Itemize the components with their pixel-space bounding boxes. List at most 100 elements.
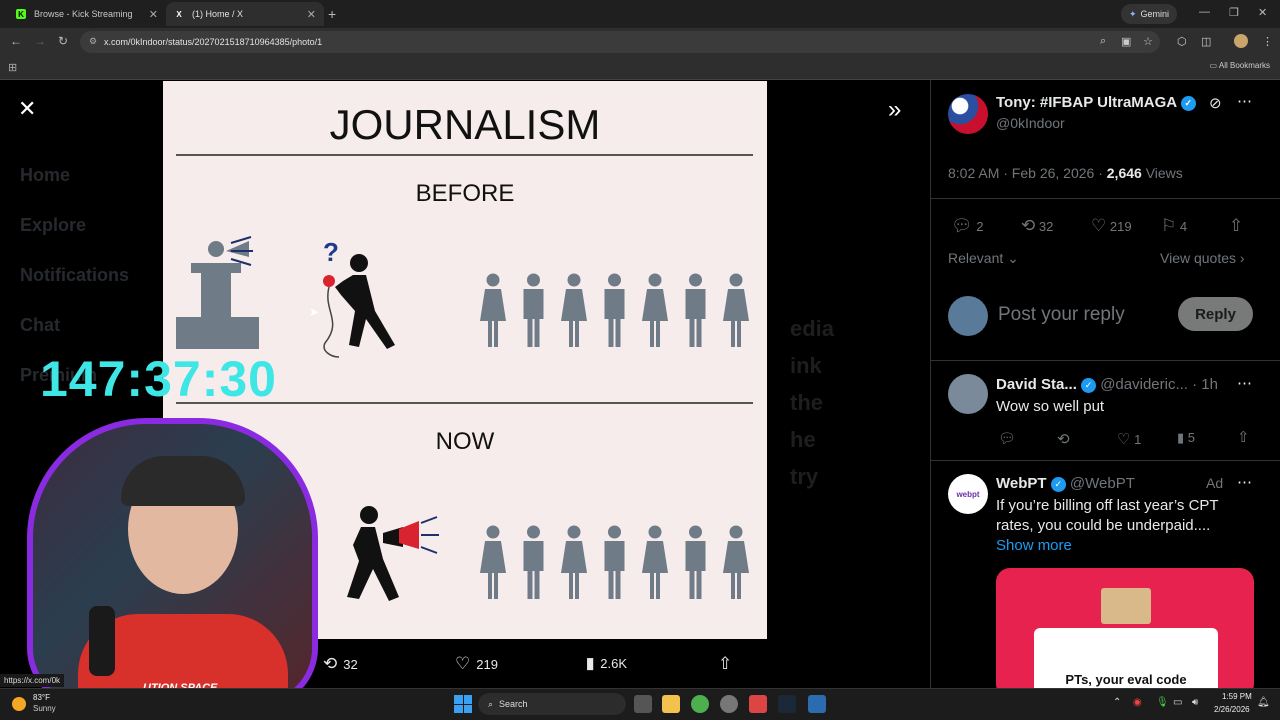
share-icon[interactable]: ⇧: [1237, 428, 1250, 446]
weather-desc[interactable]: Sunny: [33, 704, 56, 713]
nav-explore-dim: Explore: [20, 215, 87, 235]
search-placeholder: Search: [499, 699, 528, 709]
retweet-count: 32: [343, 656, 358, 672]
person-figure-head: [608, 525, 621, 539]
bookmarks-bar: [0, 56, 1280, 80]
site-info-icon[interactable]: ⚙: [89, 36, 97, 47]
reply-author-handle[interactable]: @davideric...: [1100, 376, 1188, 393]
back-icon[interactable]: ←: [10, 34, 22, 48]
windows-start-icon[interactable]: [454, 695, 472, 713]
url-text: x.com/0kIndoor/status/202702151871096438…: [104, 37, 323, 47]
reply-input[interactable]: Post your reply: [998, 304, 1125, 326]
dim-line: try: [790, 464, 819, 489]
person-figure-body: [604, 289, 625, 347]
tab-x-home[interactable]: X (1) Home / X ✕: [166, 2, 324, 26]
reply-author-name[interactable]: David Sta...: [996, 376, 1077, 393]
author-name[interactable]: Tony: #IFBAP UltraMAGA ✓: [996, 94, 1196, 111]
person-figure-body: [723, 541, 749, 599]
photo-like-button[interactable]: ♡ 219: [455, 654, 498, 674]
volume-icon[interactable]: 🔊︎: [1192, 697, 1198, 708]
ad-name[interactable]: WebPT: [996, 475, 1047, 492]
reply-time[interactable]: · 1h: [1192, 376, 1218, 393]
ad-avatar[interactable]: webpt: [948, 474, 988, 514]
minimize-icon[interactable]: —: [1199, 6, 1210, 18]
sort-replies-dropdown[interactable]: Relevant ⌄: [948, 250, 1019, 267]
retweet-icon: ⟲: [1021, 216, 1036, 235]
like-count-button[interactable]: ♡ 219: [1091, 216, 1132, 236]
mouse-cursor-icon: ➤: [309, 305, 320, 319]
steam-icon[interactable]: [778, 695, 796, 713]
clock-time[interactable]: 1:59 PM: [1222, 692, 1252, 701]
reply-count-button[interactable]: 💬︎ 2: [951, 216, 983, 236]
network-icon[interactable]: ▭: [1173, 697, 1182, 708]
more-options-icon[interactable]: ⋯: [1237, 92, 1252, 110]
show-more-link[interactable]: Show more: [996, 537, 1072, 554]
bookmark-star-icon[interactable]: ☆: [1143, 35, 1153, 48]
close-window-icon[interactable]: ✕: [1258, 6, 1267, 19]
reply-like-button[interactable]: ♡ 1: [1117, 430, 1141, 448]
author-handle[interactable]: @0kIndoor: [996, 115, 1065, 131]
dimmed-background-text: edia ink the he try: [790, 310, 834, 495]
reporter-with-microphone-icon: ?: [323, 237, 395, 358]
gemini-button[interactable]: ✦ Gemini: [1121, 4, 1177, 24]
photo-retweet-button[interactable]: ⟲ 32: [323, 654, 358, 674]
reply-retweet-icon[interactable]: ⟲: [1057, 430, 1070, 448]
tray-app-icon[interactable]: ◉: [1133, 697, 1142, 708]
more-options-icon[interactable]: ⋯: [1237, 473, 1252, 491]
chrome-icon[interactable]: [691, 695, 709, 713]
photo-views-button[interactable]: ▮ 2.6K: [586, 654, 627, 672]
tab-kick[interactable]: K Browse - Kick Streaming ✕: [8, 2, 166, 26]
tweet-timestamp[interactable]: 8:02 AM · Feb 26, 2026 ·: [948, 165, 1107, 181]
microphone-tray-icon[interactable]: 🎙︎: [1156, 697, 1169, 708]
person-figure-body: [523, 289, 544, 347]
collapse-panel-icon[interactable]: »: [888, 96, 901, 124]
ad-handle[interactable]: @WebPT: [1070, 475, 1135, 492]
nav-home-dim: Home: [20, 165, 71, 185]
profile-avatar[interactable]: [1234, 34, 1248, 48]
ad-card-image[interactable]: PTs, your eval code: [996, 568, 1254, 698]
reply-author-avatar[interactable]: [948, 374, 988, 414]
close-tab-icon[interactable]: ✕: [307, 8, 316, 21]
bookmark-count-button[interactable]: ⚐ 4: [1161, 216, 1187, 236]
audience-now-icon: [480, 525, 749, 599]
heart-icon: ♡: [455, 654, 471, 673]
tray-chevron-icon[interactable]: ⌃: [1113, 697, 1121, 708]
address-bar[interactable]: x.com/0kIndoor/status/202702151871096438…: [80, 31, 1160, 53]
share-icon[interactable]: ⇧: [1229, 216, 1243, 236]
author-avatar-flag[interactable]: [948, 94, 988, 134]
dim-line: he: [790, 427, 816, 452]
person-figure-head: [567, 525, 581, 539]
new-tab-button[interactable]: +: [328, 6, 336, 22]
more-options-icon[interactable]: ⋯: [1237, 374, 1252, 392]
retweet-count-button[interactable]: ⟲ 32: [1021, 216, 1053, 236]
install-icon[interactable]: ▣: [1121, 35, 1131, 48]
view-quotes-link[interactable]: View quotes ›: [1160, 250, 1245, 266]
forward-icon[interactable]: →: [34, 34, 46, 48]
extensions-icon[interactable]: ⬡: [1177, 35, 1187, 48]
taskbar-search[interactable]: ⌕ Search: [478, 693, 626, 715]
zoom-icon[interactable]: ⌕: [1100, 35, 1106, 48]
apps-grid-icon[interactable]: ⊞: [8, 61, 17, 74]
all-bookmarks-folder[interactable]: ▭ All Bookmarks: [1210, 61, 1270, 70]
photo-share-button[interactable]: ⇧: [718, 654, 732, 674]
shield-app-icon[interactable]: [808, 695, 826, 713]
person-figure-body: [604, 541, 625, 599]
close-tab-icon[interactable]: ✕: [149, 8, 158, 21]
restore-icon[interactable]: ❐: [1229, 6, 1239, 19]
menu-icon[interactable]: ⋮: [1262, 35, 1273, 48]
notifications-icon[interactable]: 🔔︎: [1257, 697, 1270, 708]
sun-weather-icon[interactable]: [12, 697, 26, 711]
grok-icon[interactable]: ⊘: [1209, 94, 1222, 112]
clock-date[interactable]: 2/26/2026: [1214, 705, 1250, 714]
reload-icon[interactable]: ↻: [58, 34, 68, 48]
pin-app-icon[interactable]: [749, 695, 767, 713]
side-panel-icon[interactable]: ◫: [1201, 35, 1211, 48]
task-view-icon[interactable]: [634, 695, 652, 713]
weather-temp[interactable]: 83°F: [33, 693, 50, 702]
reply-views-button[interactable]: ▮ 5: [1177, 430, 1195, 446]
reply-comment-icon[interactable]: 💬︎: [998, 430, 1016, 447]
obs-icon[interactable]: [720, 695, 738, 713]
reply-button[interactable]: Reply: [1178, 297, 1253, 331]
file-explorer-icon[interactable]: [662, 695, 680, 713]
close-viewer-icon[interactable]: ✕: [18, 96, 36, 122]
